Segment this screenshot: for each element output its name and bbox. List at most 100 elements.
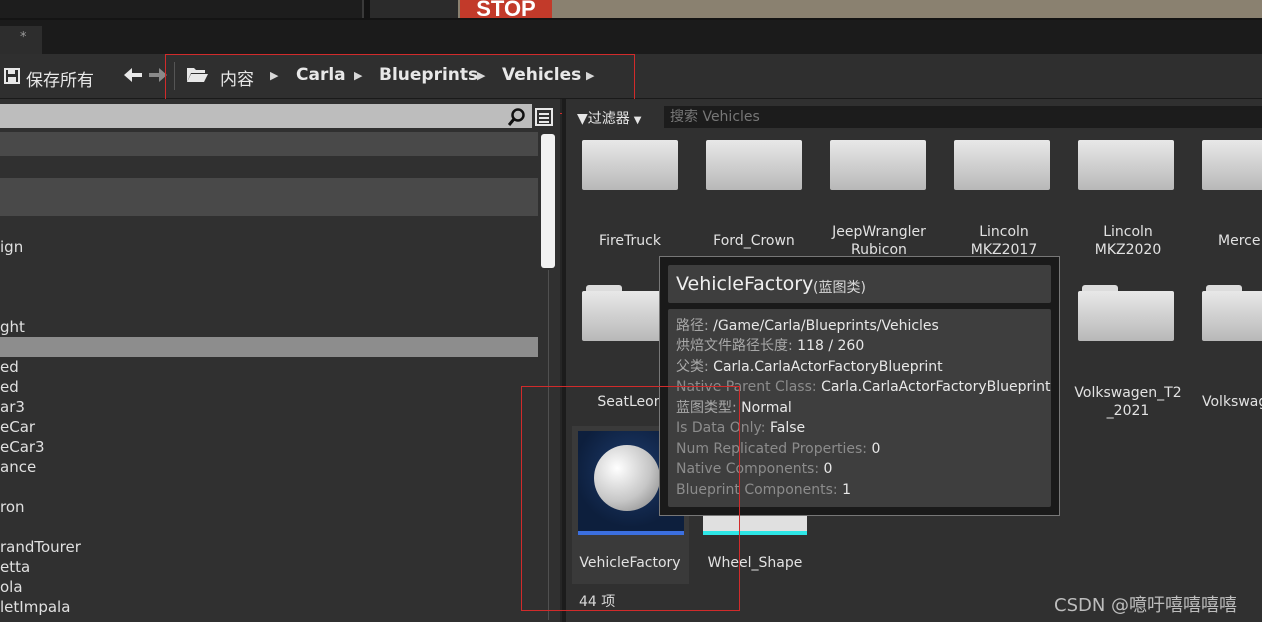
- tree-row-highlight[interactable]: [0, 132, 538, 156]
- tree-item[interactable]: ola: [0, 578, 23, 596]
- tooltip-value: Normal: [741, 400, 792, 416]
- tree-item[interactable]: ed: [0, 358, 19, 376]
- asset-label[interactable]: JeepWrangler Rubicon: [816, 223, 942, 259]
- tree-row-highlight[interactable]: [0, 178, 538, 216]
- tooltip-value: /Game/Carla/Blueprints/Vehicles: [713, 318, 939, 334]
- tooltip-key: 父类:: [676, 359, 709, 375]
- tooltip-row: 蓝图类型: Normal: [676, 398, 792, 418]
- tooltip-value: 1: [842, 482, 851, 498]
- breadcrumb-blueprints[interactable]: Blueprints: [379, 65, 478, 85]
- tree-item[interactable]: eCar: [0, 418, 35, 436]
- view-options-icon[interactable]: [535, 108, 553, 126]
- tooltip-row: Native Components: 0: [676, 459, 832, 479]
- tooltip-row: Is Data Only: False: [676, 418, 805, 438]
- folder-icon[interactable]: [582, 134, 678, 190]
- top-left-panel: [0, 0, 364, 18]
- tooltip-row: 父类: Carla.CarlaActorFactoryBlueprint: [676, 357, 943, 377]
- tab-row: *: [0, 20, 1262, 54]
- asset-label[interactable]: Lincoln MKZ2017: [952, 223, 1056, 259]
- tree-item[interactable]: ron: [0, 498, 25, 516]
- tooltip-key: Blueprint Components:: [676, 482, 838, 498]
- tooltip-row: Blueprint Components: 1: [676, 480, 851, 500]
- filter-button[interactable]: ▼过滤器 ▼: [577, 108, 641, 128]
- filter-funnel-icon: ▼: [577, 111, 588, 127]
- asset-label[interactable]: Lincoln MKZ2020: [1076, 223, 1180, 259]
- tree-item[interactable]: ed: [0, 378, 19, 396]
- breadcrumb-arrow-icon[interactable]: ▶: [477, 69, 485, 82]
- folder-icon[interactable]: [954, 134, 1050, 190]
- save-all-label: 保存所有: [26, 71, 94, 91]
- tree-item[interactable]: etta: [0, 558, 30, 576]
- tooltip-key: Native Components:: [676, 461, 820, 477]
- tooltip-header: VehicleFactory (蓝图类): [668, 265, 1051, 303]
- tooltip-value: 0: [823, 461, 833, 477]
- asset-label[interactable]: Merce: [1218, 232, 1262, 250]
- tooltip-row: Num Replicated Properties: 0: [676, 439, 880, 459]
- asset-label[interactable]: Wheel_Shape: [693, 554, 817, 572]
- folder-icon[interactable]: [1078, 285, 1174, 341]
- asset-label[interactable]: Volkswag: [1202, 393, 1262, 411]
- tree-row-selected[interactable]: [0, 337, 538, 357]
- tree-item[interactable]: ign: [0, 238, 23, 256]
- tooltip-value: 118 / 260: [797, 338, 865, 354]
- back-arrow-icon[interactable]: [124, 68, 142, 82]
- item-count: 44 项: [579, 594, 616, 610]
- top-strip: STOP: [0, 0, 1262, 20]
- asset-label[interactable]: FireTruck: [568, 232, 692, 250]
- tooltip-key: Native Parent Class:: [676, 379, 817, 395]
- tree-item[interactable]: ance: [0, 458, 36, 476]
- folder-search-input[interactable]: [0, 104, 532, 128]
- blueprint-type-bar: [578, 531, 684, 535]
- asset-tooltip: VehicleFactory (蓝图类) 路径: /Game/Carla/Blu…: [659, 256, 1060, 516]
- tooltip-value: Carla.CarlaActorFactoryBlueprint: [713, 359, 943, 375]
- folder-icon[interactable]: [1202, 285, 1262, 341]
- tooltip-row: 路径: /Game/Carla/Blueprints/Vehicles: [676, 316, 939, 336]
- breadcrumb-carla[interactable]: Carla: [296, 65, 346, 85]
- folder-icon[interactable]: [830, 134, 926, 190]
- sphere-thumbnail-icon: [594, 445, 660, 511]
- chevron-down-icon: ▼: [633, 115, 642, 126]
- tooltip-title: VehicleFactory: [676, 273, 814, 295]
- forward-arrow-icon[interactable]: [149, 68, 167, 82]
- tooltip-body: 路径: /Game/Carla/Blueprints/Vehicles 烘焙文件…: [668, 309, 1051, 507]
- search-icon[interactable]: [508, 108, 526, 126]
- asset-type-bar: [703, 531, 807, 535]
- asset-search-input[interactable]: 搜索 Vehicles: [664, 106, 1262, 128]
- tree-item[interactable]: randTourer: [0, 538, 81, 556]
- tooltip-key: 蓝图类型:: [676, 400, 737, 416]
- breadcrumb-arrow-icon[interactable]: ▶: [354, 69, 362, 82]
- breadcrumb-content[interactable]: 内容: [220, 65, 254, 90]
- folder-icon[interactable]: [1202, 134, 1262, 190]
- tooltip-type: (蓝图类): [813, 280, 866, 296]
- tree-item[interactable]: ght: [0, 318, 25, 336]
- save-icon: [4, 68, 20, 84]
- tooltip-key: Is Data Only:: [676, 420, 766, 436]
- tab-modified-marker: *: [20, 30, 27, 45]
- folder-open-icon: [187, 68, 208, 82]
- asset-label[interactable]: VehicleFactory: [568, 554, 692, 572]
- tooltip-row: Native Parent Class: Carla.CarlaActorFac…: [676, 377, 1051, 397]
- content-browser-tab[interactable]: *: [0, 26, 42, 54]
- filter-label: 过滤器: [587, 111, 630, 127]
- viewport-preview[interactable]: STOP: [370, 0, 1262, 18]
- tooltip-key: 烘焙文件路径长度:: [676, 338, 793, 354]
- viewport-dark-area: [370, 0, 458, 18]
- tree-scrollbar-track: [548, 270, 549, 620]
- tree-item[interactable]: ar3: [0, 398, 25, 416]
- breadcrumb-arrow-icon[interactable]: ▶: [586, 69, 594, 82]
- folder-icon[interactable]: [1078, 134, 1174, 190]
- asset-label[interactable]: Ford_Crown: [692, 232, 816, 250]
- tooltip-value: 0: [871, 441, 881, 457]
- tooltip-key: 路径:: [676, 318, 709, 334]
- toolbar-divider: [174, 62, 175, 90]
- tree-item[interactable]: eCar3: [0, 438, 45, 456]
- breadcrumb-vehicles[interactable]: Vehicles: [502, 65, 581, 85]
- tree-scrollbar-thumb[interactable]: [541, 134, 555, 268]
- tree-item[interactable]: letImpala: [0, 598, 70, 616]
- breadcrumb-arrow-icon[interactable]: ▶: [270, 69, 278, 82]
- asset-label[interactable]: Volkswagen_T2_2021: [1072, 384, 1184, 420]
- stop-sign: STOP: [460, 0, 552, 18]
- tooltip-value: False: [769, 420, 806, 436]
- folder-icon[interactable]: [706, 134, 802, 190]
- watermark: CSDN @噫吁嘻嘻嘻嘻: [1054, 595, 1238, 616]
